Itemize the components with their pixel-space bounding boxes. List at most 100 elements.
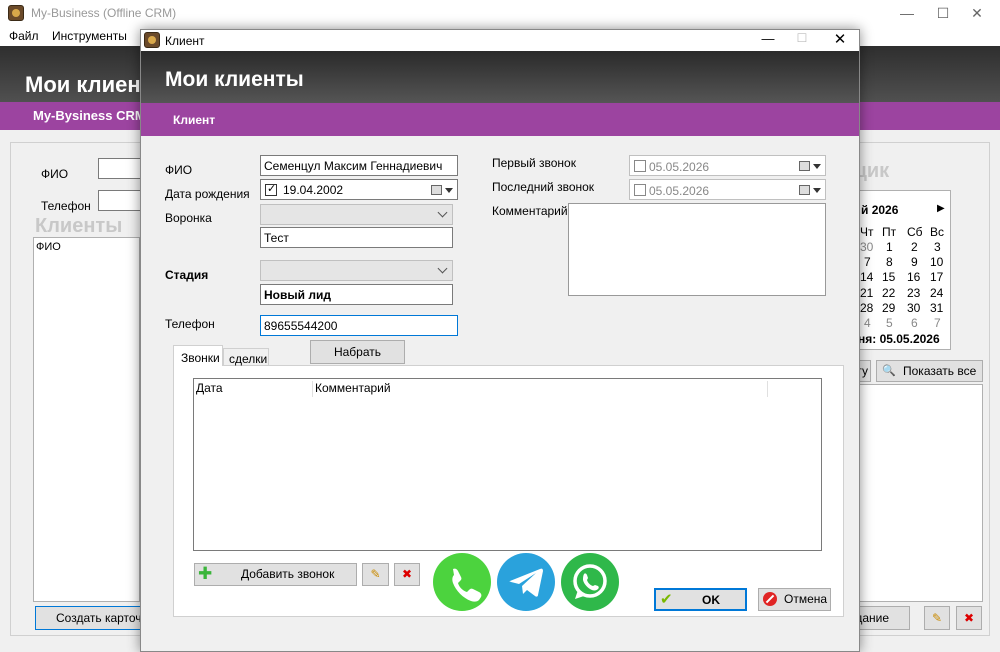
plus-icon: ✚: [198, 564, 213, 583]
calendar-day[interactable]: 15: [882, 270, 895, 284]
calendar-day[interactable]: 29: [882, 301, 895, 315]
calendar-day[interactable]: 22: [882, 286, 895, 300]
stage-select[interactable]: [260, 260, 453, 281]
stage-value[interactable]: Новый лид: [260, 284, 453, 305]
calendar-day[interactable]: 17: [930, 270, 943, 284]
dialog-minimize-icon[interactable]: —: [758, 31, 778, 46]
close-icon[interactable]: ✕: [954, 0, 1000, 26]
calendar-day[interactable]: 21: [860, 286, 873, 300]
first-call-checkbox[interactable]: [634, 160, 646, 172]
stage-label: Стадия: [165, 268, 209, 282]
calendar-day[interactable]: 5: [886, 316, 893, 330]
calendar-day[interactable]: 4: [864, 316, 871, 330]
dialog-title: Клиент: [165, 34, 205, 48]
grid-divider: [767, 381, 768, 397]
dial-button[interactable]: Набрать: [310, 340, 405, 364]
birth-date-checkbox[interactable]: ✓: [265, 183, 277, 196]
first-call-label: Первый звонок: [492, 156, 576, 170]
dialog-maximize-icon[interactable]: ☐: [792, 31, 812, 45]
chevron-down-icon: [437, 207, 448, 218]
calendar-day[interactable]: 23: [907, 286, 920, 300]
calendar-day[interactable]: 14: [860, 270, 873, 284]
fio-label: ФИО: [165, 163, 193, 177]
grid-divider: [312, 381, 313, 397]
calendar-day[interactable]: 31: [930, 301, 943, 315]
calendar-today: ня: 05.05.2026: [858, 332, 940, 346]
calendar-day[interactable]: 9: [911, 255, 918, 269]
birth-dropdown-icon[interactable]: [445, 188, 453, 193]
first-call-calendar-icon[interactable]: [799, 161, 810, 171]
last-call-value: 05.05.2026: [649, 184, 710, 198]
first-call-picker[interactable]: 05.05.2026: [629, 155, 826, 176]
checkmark-icon: ✔: [660, 591, 673, 608]
cancel-button[interactable]: Отмена: [758, 588, 831, 611]
calendar-day[interactable]: 28: [860, 301, 873, 315]
scheduler-list[interactable]: [855, 384, 983, 602]
calendar-next-icon[interactable]: ▶: [937, 203, 945, 214]
app-icon: [8, 5, 24, 21]
last-call-picker[interactable]: 05.05.2026: [629, 179, 826, 200]
fio-input[interactable]: Семенцул Максим Геннадиевич: [260, 155, 458, 176]
dialog-close-icon[interactable]: ✕: [830, 30, 850, 48]
calendar-day[interactable]: 2: [911, 240, 918, 254]
last-call-label: Последний звонок: [492, 180, 595, 194]
funnel-value[interactable]: Тест: [260, 227, 453, 248]
phone-input[interactable]: 89655544200: [260, 315, 458, 336]
whatsapp-icon[interactable]: [561, 553, 619, 611]
edit-call-icon[interactable]: ✎: [362, 563, 389, 586]
funnel-label: Воронка: [165, 211, 212, 225]
clients-list[interactable]: ФИО: [33, 237, 140, 602]
calendar-day[interactable]: 10: [930, 255, 943, 269]
calendar-day[interactable]: 3: [934, 240, 941, 254]
calendar-day[interactable]: 24: [930, 286, 943, 300]
calendar[interactable]: й 2026 ▶ Чт Пт Сб Вс 30 1 2 3 7 8 9 10 14 15 16 17 2…: [855, 190, 951, 350]
calendar-day[interactable]: 1: [886, 240, 893, 254]
last-call-checkbox[interactable]: [634, 184, 646, 196]
calendar-day[interactable]: 7: [864, 255, 871, 269]
calendar-day[interactable]: 30: [907, 301, 920, 315]
calendar-day[interactable]: 6: [911, 316, 918, 330]
comment-textarea[interactable]: [568, 203, 826, 296]
calendar-day[interactable]: 8: [886, 255, 893, 269]
calendar-day[interactable]: 16: [907, 270, 920, 284]
comment-label: Комментарий: [492, 204, 568, 218]
show-all-button[interactable]: 🔍 Показать все: [876, 360, 983, 382]
calendar-month: й 2026: [861, 203, 899, 217]
search-phone-label: Телефон: [41, 199, 91, 213]
phone-call-icon[interactable]: [433, 553, 491, 611]
edit-icon[interactable]: ✎: [924, 606, 950, 630]
first-call-dropdown-icon[interactable]: [813, 164, 821, 169]
add-call-button[interactable]: ✚ Добавить звонок: [194, 563, 357, 586]
clients-list-header: ФИО: [36, 241, 61, 253]
grid-column-date[interactable]: Дата: [196, 381, 223, 395]
grid-column-comment[interactable]: Комментарий: [315, 381, 391, 395]
dialog-app-icon: [144, 32, 160, 48]
dialog-subheader: [141, 103, 859, 136]
first-call-value: 05.05.2026: [649, 160, 710, 174]
menu-file[interactable]: Файл: [9, 29, 39, 43]
ok-button[interactable]: ✔ OK: [654, 588, 747, 611]
calls-grid[interactable]: Дата Комментарий: [193, 378, 822, 551]
calendar-day[interactable]: 30: [860, 240, 873, 254]
chevron-down-icon: [437, 263, 448, 274]
phone-label: Телефон: [165, 317, 215, 331]
dialog-page-title: Мои клиенты: [165, 68, 304, 91]
telegram-icon[interactable]: [497, 553, 555, 611]
funnel-select[interactable]: [260, 204, 453, 225]
search-icon: 🔍: [882, 365, 896, 377]
tab-calls[interactable]: Звонки: [173, 345, 223, 366]
calendar-day[interactable]: 7: [934, 316, 941, 330]
main-window-title: My-Business (Offline CRM): [31, 6, 177, 20]
delete-call-icon[interactable]: ✖: [394, 563, 420, 586]
menu-tools[interactable]: Инструменты: [52, 29, 127, 43]
search-fio-label: ФИО: [41, 167, 69, 181]
last-call-calendar-icon[interactable]: [799, 185, 810, 195]
birth-calendar-icon[interactable]: [431, 185, 442, 195]
cancel-icon: [763, 592, 777, 606]
delete-icon[interactable]: ✖: [956, 606, 982, 630]
birth-date-picker[interactable]: ✓ 19.04.2002: [260, 179, 458, 200]
birth-date-value: 19.04.2002: [283, 183, 344, 197]
last-call-dropdown-icon[interactable]: [813, 188, 821, 193]
dialog-titlebar: [141, 30, 859, 51]
tab-deals[interactable]: сделки: [223, 348, 269, 366]
